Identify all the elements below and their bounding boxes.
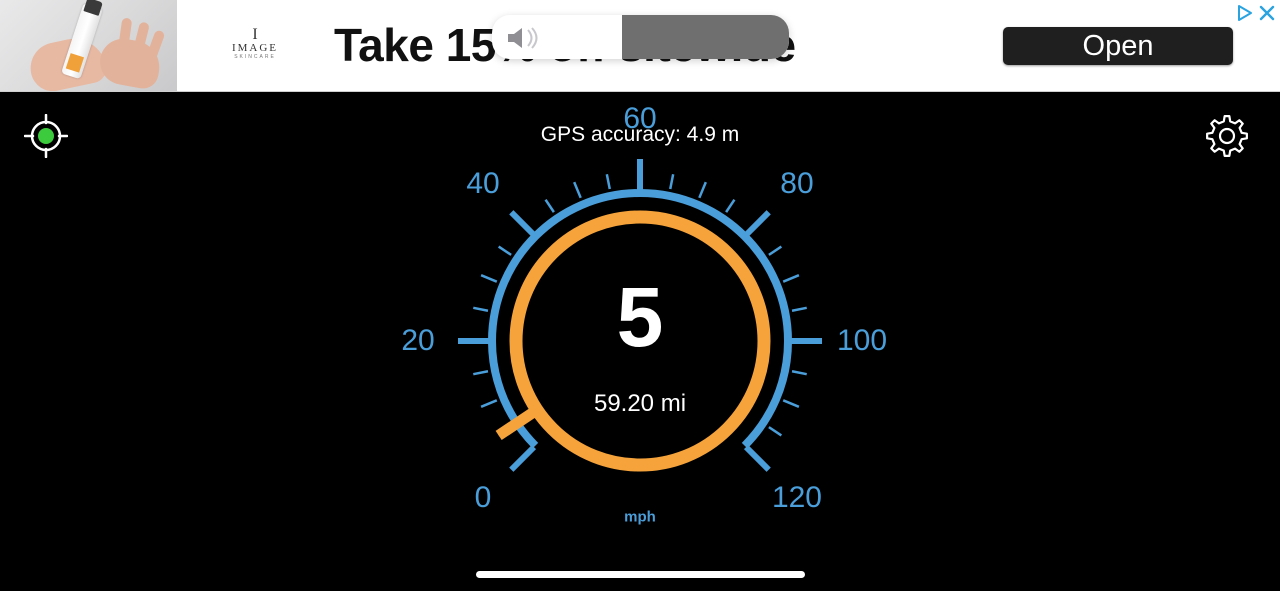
scale-label-0: 0 bbox=[474, 480, 492, 514]
scale-label-120: 120 bbox=[771, 480, 822, 514]
speed-unit: mph bbox=[624, 508, 656, 526]
minor-tick bbox=[725, 198, 736, 213]
scale-label-60: 60 bbox=[623, 102, 657, 135]
minor-tick bbox=[782, 274, 800, 283]
minor-tick bbox=[782, 399, 800, 408]
minor-tick bbox=[698, 181, 707, 199]
scale-label-100: 100 bbox=[836, 324, 888, 357]
minor-tick bbox=[768, 426, 783, 437]
minor-tick bbox=[791, 370, 807, 376]
scale-label-40: 40 bbox=[466, 167, 500, 201]
minor-tick bbox=[791, 306, 807, 312]
minor-tick bbox=[473, 370, 489, 376]
home-indicator[interactable] bbox=[476, 571, 805, 578]
minor-tick bbox=[768, 245, 783, 256]
major-tick bbox=[743, 210, 771, 238]
major-tick bbox=[509, 210, 537, 238]
minor-tick bbox=[473, 306, 489, 312]
minor-tick bbox=[573, 181, 582, 199]
scale-label-20: 20 bbox=[401, 324, 435, 357]
minor-tick bbox=[497, 245, 512, 256]
minor-tick bbox=[480, 399, 498, 408]
current-speed: 5 bbox=[616, 270, 664, 364]
minor-tick bbox=[605, 174, 611, 190]
minor-tick bbox=[669, 174, 675, 190]
major-tick bbox=[743, 444, 771, 472]
minor-tick bbox=[480, 274, 498, 283]
major-tick bbox=[509, 444, 537, 472]
minor-tick bbox=[544, 198, 555, 213]
scale-label-80: 80 bbox=[780, 167, 814, 201]
trip-distance: 59.20 mi bbox=[593, 390, 687, 417]
